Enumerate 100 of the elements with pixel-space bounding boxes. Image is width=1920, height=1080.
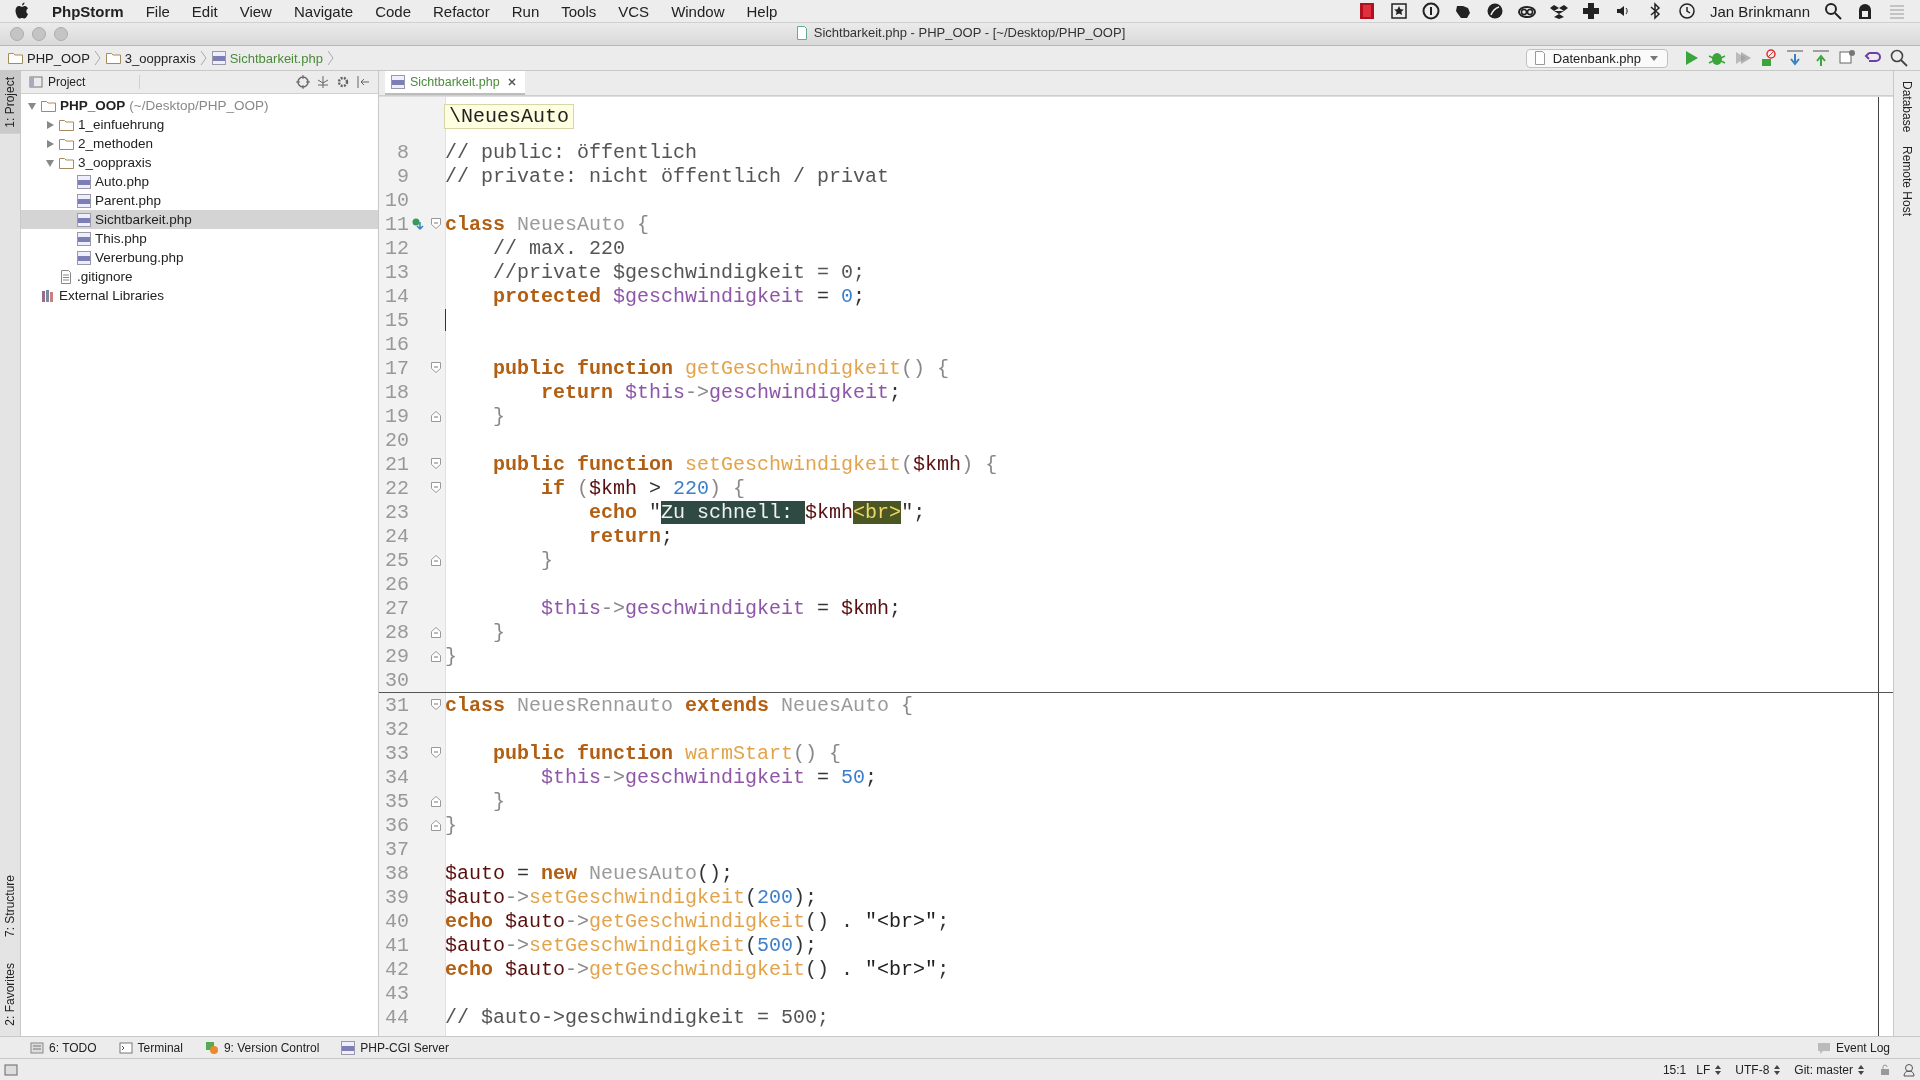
- collapse-icon[interactable]: [316, 75, 330, 89]
- tree-item[interactable]: 2_methoden: [21, 134, 378, 153]
- status-item[interactable]: UTF-8: [1735, 1062, 1770, 1077]
- fold-icon[interactable]: [429, 409, 443, 423]
- tree-item[interactable]: This.php: [21, 229, 378, 248]
- expanded-arrow-icon[interactable]: [27, 100, 37, 111]
- fold-icon[interactable]: [429, 553, 443, 567]
- fold-icon[interactable]: [429, 698, 443, 712]
- folder-icon: [105, 52, 121, 64]
- list-icon: [30, 1040, 44, 1055]
- line-number: 28: [384, 620, 409, 644]
- menu-item[interactable]: Code: [375, 2, 411, 20]
- line-number: 10: [384, 188, 409, 212]
- tree-item[interactable]: 1_einfuehrung: [21, 115, 378, 134]
- tree-item[interactable]: 3_ooppraxis: [21, 153, 378, 172]
- tool-window-button[interactable]: Terminal: [118, 1040, 183, 1055]
- user-name[interactable]: Jan Brinkmann: [1709, 2, 1810, 20]
- search-icon[interactable]: [1889, 48, 1909, 68]
- fold-icon[interactable]: [429, 481, 443, 495]
- code-line: class NeuesRennauto extends NeuesAuto {: [445, 693, 914, 717]
- terminal-icon: [118, 1040, 133, 1055]
- fold-icon[interactable]: [429, 794, 443, 808]
- vcs-update-icon[interactable]: [1785, 48, 1805, 68]
- tree-item[interactable]: Auto.php: [21, 172, 378, 191]
- collapsed-arrow-icon[interactable]: [45, 119, 55, 130]
- breadcrumb[interactable]: PHP_OOP: [27, 50, 90, 66]
- tree-item[interactable]: Sichtbarkeit.php: [21, 210, 378, 229]
- fold-icon[interactable]: [429, 649, 443, 663]
- info-icon[interactable]: [1421, 2, 1440, 20]
- film-icon[interactable]: [1357, 2, 1376, 20]
- inspector-icon[interactable]: [1902, 1062, 1916, 1077]
- line-number: 11: [384, 212, 409, 236]
- menu-item[interactable]: Edit: [191, 2, 218, 20]
- fold-icon[interactable]: [429, 457, 443, 471]
- menu-item[interactable]: Refactor: [433, 2, 490, 20]
- line-number: 37: [384, 837, 409, 861]
- menu-item[interactable]: Window: [671, 2, 725, 20]
- override-icon[interactable]: [411, 217, 425, 231]
- menu-item[interactable]: View: [239, 2, 272, 20]
- menu-item[interactable]: File: [145, 2, 170, 20]
- status-item[interactable]: 15:1: [1662, 1062, 1687, 1077]
- line-number: 36: [384, 813, 409, 837]
- expanded-arrow-icon[interactable]: [45, 157, 55, 168]
- fold-icon[interactable]: [429, 217, 443, 231]
- menu-item[interactable]: VCS: [618, 2, 650, 20]
- speech-bubble-icon: [1816, 1040, 1831, 1055]
- tool-window-tab[interactable]: 2: Favorites: [0, 957, 20, 1032]
- tool-window-tab[interactable]: 7: Structure: [0, 869, 20, 944]
- tree-item[interactable]: .gitignore: [21, 267, 378, 286]
- tree-item[interactable]: Parent.php: [21, 191, 378, 210]
- code-line: echo $auto->getGeschwindigkeit() . "<br>";: [445, 957, 950, 981]
- breadcrumb[interactable]: 3_ooppraxis: [124, 50, 196, 66]
- line-number: 19: [384, 404, 409, 428]
- search-icon[interactable]: [1824, 2, 1842, 20]
- line-number: 9: [396, 164, 409, 188]
- vcs-commit-icon[interactable]: [1811, 48, 1831, 68]
- code-line: return;: [588, 524, 674, 548]
- panel-toggle-icon[interactable]: [4, 1062, 18, 1077]
- menu-item[interactable]: Navigate: [293, 2, 354, 20]
- project-view-dropdown[interactable]: Project: [29, 75, 140, 89]
- tool-window-button[interactable]: 9: Version Control: [204, 1040, 320, 1055]
- clock-icon[interactable]: [1677, 2, 1696, 20]
- target-icon[interactable]: [296, 75, 310, 89]
- menu-item[interactable]: Help: [746, 2, 778, 20]
- tool-window-tab[interactable]: Database: [1900, 81, 1914, 133]
- status-item[interactable]: Git: master: [1794, 1062, 1853, 1077]
- lock-icon[interactable]: [1856, 2, 1874, 20]
- tree-item[interactable]: External Libraries: [21, 286, 378, 305]
- line-number: 32: [384, 717, 409, 741]
- stop-icon[interactable]: [1759, 48, 1779, 68]
- tool-window-tab[interactable]: 1: Project: [0, 71, 20, 134]
- fold-icon[interactable]: [429, 818, 443, 832]
- php-file-icon: [341, 1040, 356, 1055]
- fold-icon[interactable]: [429, 625, 443, 639]
- box-icon[interactable]: [1549, 2, 1568, 20]
- fold-icon[interactable]: [429, 746, 443, 760]
- app-menu[interactable]: PhpStorm: [52, 2, 124, 20]
- line-number: 15: [384, 308, 409, 332]
- editor-tab[interactable]: Sichtbarkeit.php: [385, 71, 525, 95]
- settings-icon[interactable]: [336, 75, 350, 89]
- tool-window-button[interactable]: 6: TODO: [30, 1040, 97, 1055]
- event-log-button[interactable]: Event Log: [1816, 1040, 1890, 1055]
- leaf-icon[interactable]: [1485, 2, 1504, 20]
- plus-icon[interactable]: [1581, 2, 1600, 20]
- fold-icon[interactable]: [429, 361, 443, 375]
- tool-window-tab[interactable]: Remote Host: [1900, 146, 1914, 217]
- tree-item[interactable]: PHP_OOP (~/Desktop/PHP_OOP): [21, 96, 378, 115]
- file-icon: [794, 25, 809, 40]
- breadcrumb[interactable]: Sichtbarkeit.php: [229, 50, 323, 66]
- hide-icon[interactable]: [356, 75, 370, 89]
- apple-icon[interactable]: [14, 2, 30, 20]
- menu-item[interactable]: Tools: [561, 2, 597, 20]
- tool-window-button[interactable]: PHP-CGI Server: [341, 1040, 449, 1055]
- collapsed-arrow-icon[interactable]: [45, 138, 55, 149]
- php-file-icon: [211, 51, 226, 65]
- tree-item[interactable]: Vererbung.php: [21, 248, 378, 267]
- code-line: // public: öffentlich: [445, 140, 698, 164]
- status-item[interactable]: LF: [1696, 1062, 1711, 1077]
- menu-item[interactable]: Run: [511, 2, 540, 20]
- run-config-dropdown[interactable]: Datenbank.php: [1525, 48, 1668, 68]
